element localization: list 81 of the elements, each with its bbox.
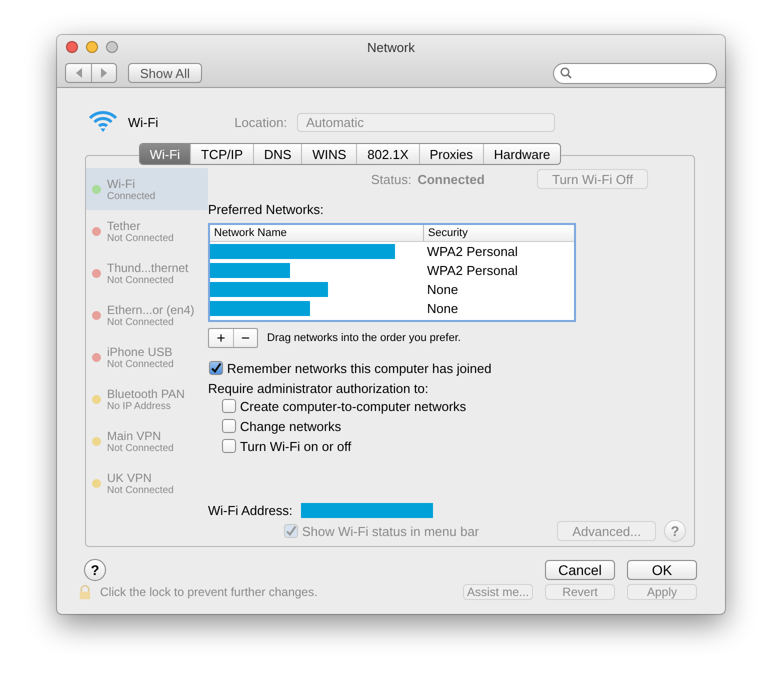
tab[interactable]: Hardware xyxy=(482,144,560,164)
zoom-button[interactable] xyxy=(106,41,118,53)
tab[interactable]: DNS xyxy=(252,144,302,164)
drag-hint: Drag networks into the order you prefer. xyxy=(267,332,461,344)
show-status-label: Show Wi-Fi status in menu bar xyxy=(302,524,480,538)
service-item[interactable]: Tether Not Connected xyxy=(86,210,208,252)
service-item[interactable]: Wi-Fi Connected xyxy=(86,168,208,210)
checkbox[interactable] xyxy=(222,399,236,413)
security-cell-text: None xyxy=(426,301,460,316)
service-name: Ethern...or (en4) xyxy=(107,302,194,316)
footer-button[interactable]: Revert xyxy=(545,584,615,600)
service-name: Thund...thernet xyxy=(107,260,188,274)
service-status: Connected xyxy=(107,190,156,202)
status-value: Connected xyxy=(417,172,485,186)
location-popup[interactable]: Automatic xyxy=(297,112,556,132)
service-name: UK VPN xyxy=(107,470,153,484)
option-label: Turn Wi-Fi on or off xyxy=(240,438,352,454)
require-label: Require administrator authorization to: xyxy=(208,381,430,396)
tab[interactable]: 802.1X xyxy=(356,144,419,164)
footer-button[interactable]: Assist me... xyxy=(463,584,533,600)
forward-arrow-icon xyxy=(100,68,108,78)
security-cell-text: WPA2 Personal xyxy=(426,263,519,278)
tab[interactable]: Wi-Fi xyxy=(140,144,190,164)
security-cell-text: WPA2 Personal xyxy=(426,244,519,259)
service-status: Not Connected xyxy=(107,442,174,454)
status-label: Status: xyxy=(371,172,412,186)
lock-icon xyxy=(78,584,92,600)
checkbox[interactable] xyxy=(222,439,236,453)
service-name: Main VPN xyxy=(107,428,162,442)
back-arrow-icon xyxy=(74,68,82,78)
option-label: Create computer-to-computer networks xyxy=(240,398,466,414)
checkmark-icon xyxy=(285,525,297,537)
tab[interactable]: Proxies xyxy=(418,144,483,164)
service-item[interactable]: Thund...thernet Not Connected xyxy=(86,252,208,294)
search-icon xyxy=(560,67,572,79)
window-title: Network xyxy=(366,40,416,54)
add-button[interactable]: + xyxy=(209,329,233,347)
checkbox[interactable] xyxy=(209,361,223,375)
advanced-button[interactable]: Advanced... xyxy=(557,521,656,541)
tab[interactable]: WINS xyxy=(301,144,356,164)
service-item[interactable]: iPhone USB Not Connected xyxy=(86,336,208,378)
service-status: Not Connected xyxy=(107,232,174,244)
security-cell-text: None xyxy=(426,282,460,297)
service-name: Tether xyxy=(107,218,142,232)
lock-text: Click the lock to prevent further changes. xyxy=(100,585,318,599)
minimize-button[interactable] xyxy=(86,41,98,53)
service-name: Bluetooth PAN xyxy=(107,386,185,400)
turn-wifi-off-button[interactable]: Turn Wi-Fi Off xyxy=(537,169,648,189)
service-item[interactable]: Bluetooth PAN No IP Address xyxy=(86,378,208,420)
checkbox[interactable] xyxy=(222,419,236,433)
checkbox[interactable] xyxy=(284,524,298,538)
tab[interactable]: TCP/IP xyxy=(190,144,253,164)
checkmark-icon xyxy=(210,362,222,374)
sheet-title: Wi-Fi xyxy=(128,114,158,130)
option-label: Change networks xyxy=(240,418,342,434)
remember-label: Remember networks this computer has joined xyxy=(227,360,492,376)
search-field[interactable] xyxy=(553,62,717,84)
close-button[interactable] xyxy=(66,41,78,53)
service-status: Not Connected xyxy=(107,274,175,286)
show-all-button[interactable]: Show All xyxy=(128,63,202,83)
service-status: No IP Address xyxy=(107,400,172,412)
service-name: Wi-Fi xyxy=(107,176,136,190)
service-status: Not Connected xyxy=(107,484,174,496)
dialog-button[interactable]: OK xyxy=(627,560,697,580)
service-item[interactable]: Main VPN Not Connected xyxy=(86,420,208,462)
dialog-button[interactable]: Cancel xyxy=(545,560,615,580)
back-forward-control[interactable] xyxy=(65,63,117,83)
service-item[interactable]: UK VPN Not Connected xyxy=(86,462,208,504)
service-item[interactable]: Ethern...or (en4) Not Connected xyxy=(86,294,208,336)
service-status: Not Connected xyxy=(107,316,174,328)
column-header[interactable]: Security xyxy=(423,225,574,241)
preferred-networks-label: Preferred Networks: xyxy=(208,202,325,217)
location-label: Location: xyxy=(234,114,288,130)
service-status: Not Connected xyxy=(107,358,174,370)
service-name: iPhone USB xyxy=(107,344,174,358)
wifi-address-label: Wi-Fi Address: xyxy=(208,503,293,518)
column-header[interactable]: Network Name xyxy=(210,225,423,241)
help-button[interactable]: ? xyxy=(664,520,686,542)
help-button[interactable]: ? xyxy=(84,559,106,581)
remove-button[interactable]: − xyxy=(233,329,257,347)
footer-button[interactable]: Apply xyxy=(627,584,697,600)
